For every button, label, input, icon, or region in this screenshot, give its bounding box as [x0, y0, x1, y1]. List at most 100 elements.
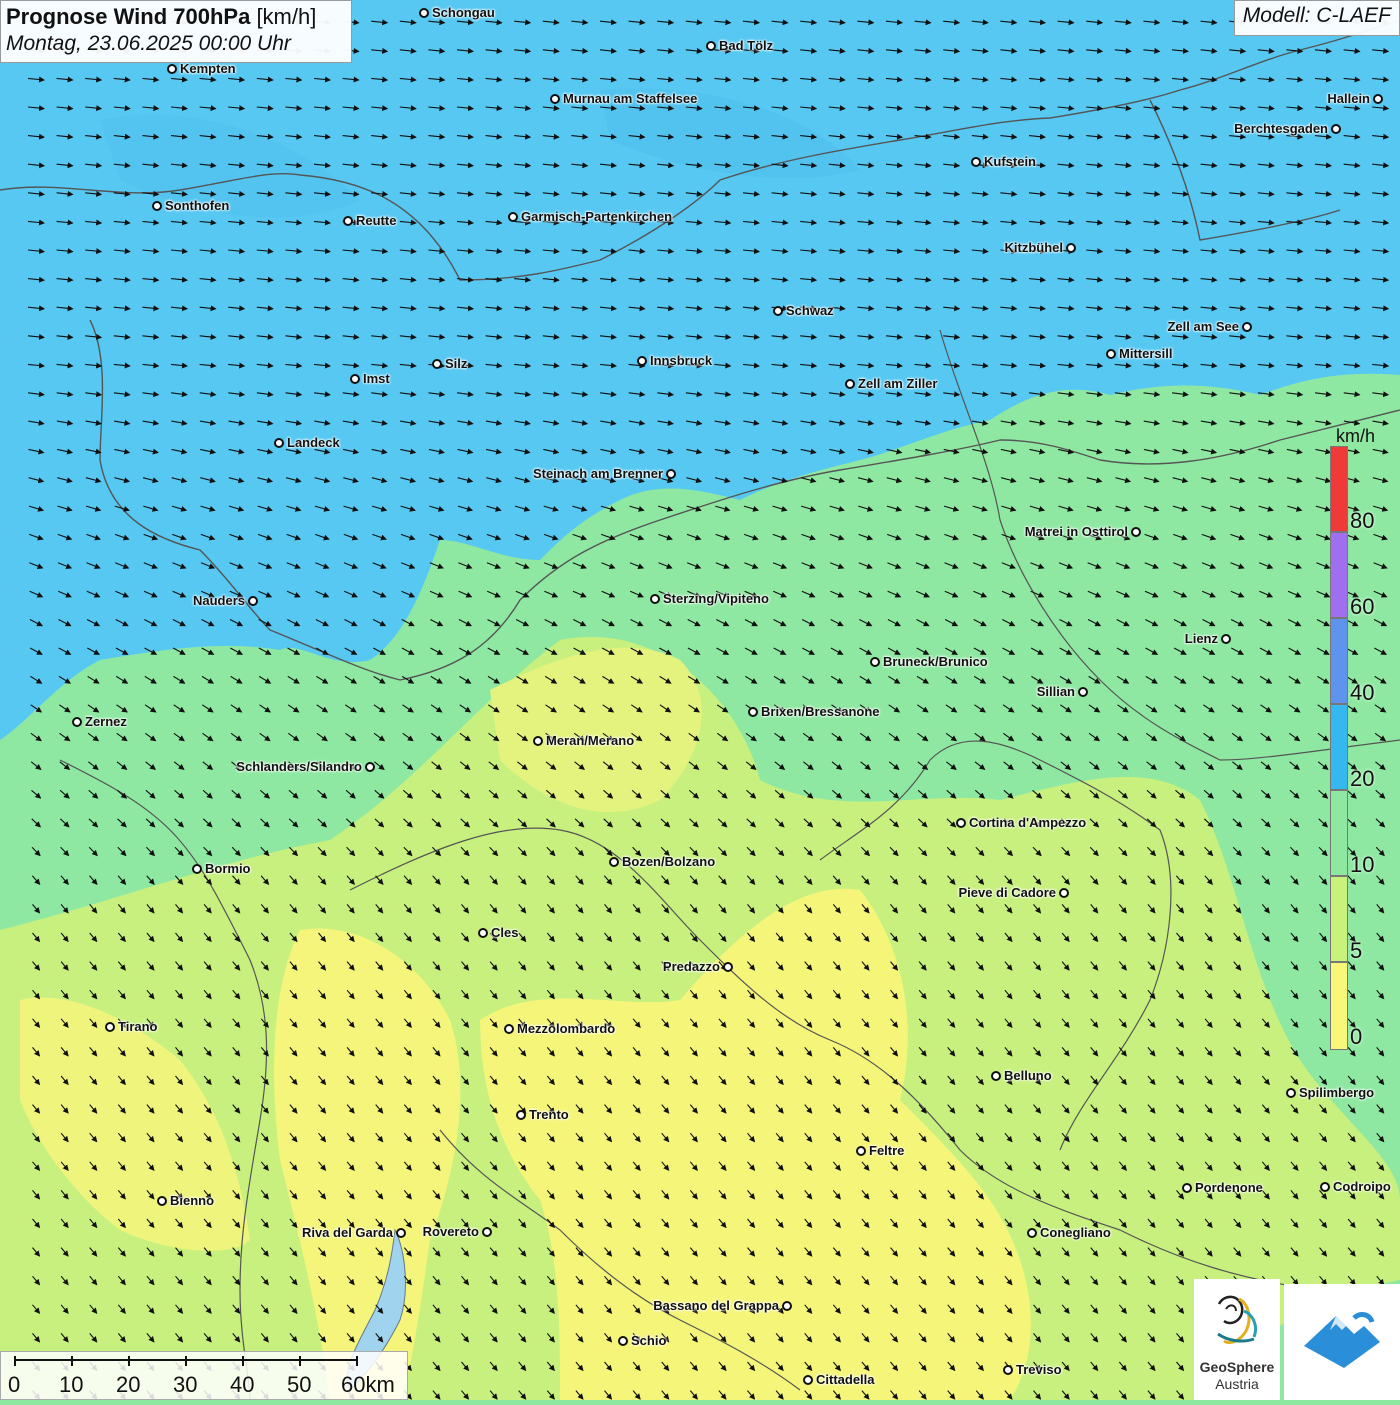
- city-marker: [723, 962, 733, 972]
- city-marker: [482, 1227, 492, 1237]
- city-label: Zell am Ziller: [858, 376, 938, 391]
- scale-bar: 0 10 20 30 40 50 60km: [0, 1351, 408, 1400]
- scale-label-60km: 60km: [341, 1372, 395, 1397]
- city-marker: [706, 41, 716, 51]
- city-label: Sillian: [1036, 684, 1075, 699]
- city-marker: [666, 469, 676, 479]
- title-main: Prognose Wind 700hPa: [6, 4, 251, 29]
- city-marker: [991, 1071, 1001, 1081]
- scale-label-30: 30: [173, 1372, 198, 1397]
- city-label: Pordenone: [1195, 1180, 1263, 1195]
- city-marker: [1003, 1365, 1013, 1375]
- legend-tick-5: 5: [1350, 938, 1363, 963]
- city-marker: [516, 1110, 526, 1120]
- city-label: Codroipo: [1333, 1179, 1391, 1194]
- city-marker: [845, 379, 855, 389]
- city-marker: [1059, 888, 1069, 898]
- city-label: Brixen/Bressanone: [761, 704, 880, 719]
- city-marker: [1182, 1183, 1192, 1193]
- city-label: Nauders: [192, 593, 245, 608]
- city-marker: [618, 1336, 628, 1346]
- city-label: Pieve di Cadore: [958, 885, 1056, 900]
- city-label: Innsbruck: [650, 353, 713, 368]
- logo-sub: Austria: [1215, 1376, 1259, 1392]
- city-label: Landeck: [287, 435, 340, 450]
- city-label: Rovereto: [422, 1224, 479, 1239]
- city-label: Bozen/Bolzano: [622, 854, 716, 869]
- city-label: Steinach am Brenner: [532, 466, 663, 481]
- city-label: Mezzolombardo: [517, 1021, 616, 1036]
- color-legend: km/h 80 60 40 20 10 5 0: [1328, 420, 1386, 1050]
- city-marker: [609, 857, 619, 867]
- city-label: Bruneck/Brunico: [883, 654, 988, 669]
- city-marker: [856, 1146, 866, 1156]
- city-label: Lienz: [1184, 631, 1218, 646]
- legend-band-20-40: [1330, 704, 1348, 790]
- city-marker: [1078, 687, 1088, 697]
- map-title: Prognose Wind 700hPa [km/h]: [6, 4, 346, 30]
- city-label: Schio: [631, 1333, 667, 1348]
- city-marker: [274, 438, 284, 448]
- geosphere-emblem-icon: [1217, 1295, 1258, 1345]
- city-marker: [1066, 243, 1076, 253]
- legend-band-5-10: [1330, 876, 1348, 962]
- city-marker: [350, 374, 360, 384]
- logo-name: GeoSphere: [1199, 1359, 1275, 1375]
- city-label: Predazzo: [662, 959, 720, 974]
- city-marker: [1286, 1088, 1296, 1098]
- legend-band-0-5: [1330, 962, 1348, 1050]
- city-marker: [478, 928, 488, 938]
- city-label: Bad Tölz: [719, 38, 774, 53]
- city-marker: [105, 1022, 115, 1032]
- partner-logo[interactable]: [1284, 1284, 1400, 1400]
- scale-label-10: 10: [59, 1372, 84, 1397]
- city-label: Schongau: [432, 5, 495, 20]
- city-label: Schwaz: [786, 303, 834, 318]
- legend-tick-10: 10: [1350, 852, 1375, 877]
- city-marker: [1027, 1228, 1037, 1238]
- city-label: Mittersill: [1119, 346, 1173, 361]
- city-marker: [803, 1375, 813, 1385]
- title-box: Prognose Wind 700hPa [km/h] Montag, 23.0…: [0, 0, 352, 63]
- city-marker: [533, 736, 543, 746]
- city-marker: [365, 762, 375, 772]
- legend-band-10-20: [1330, 790, 1348, 876]
- city-marker: [550, 94, 560, 104]
- city-label: Reutte: [356, 213, 397, 228]
- city-label: Belluno: [1004, 1068, 1052, 1083]
- city-label: Kitzbühel: [1004, 240, 1064, 255]
- city-label: Zernez: [85, 714, 127, 729]
- city-label: Schlanders/Silandro: [236, 759, 362, 774]
- city-marker: [396, 1228, 406, 1238]
- city-label: Berchtesgaden: [1234, 121, 1328, 136]
- city-marker: [1331, 124, 1341, 134]
- legend-band-60-80: [1330, 532, 1348, 618]
- city-label: Cles: [491, 925, 519, 940]
- city-marker: [192, 864, 202, 874]
- city-label: Murnau am Staffelsee: [563, 91, 698, 106]
- scale-label-40: 40: [230, 1372, 255, 1397]
- city-marker: [748, 707, 758, 717]
- city-label: Cittadella: [816, 1372, 875, 1387]
- city-marker: [1373, 94, 1383, 104]
- city-marker: [1242, 322, 1252, 332]
- city-label: Matrei in Osttirol: [1024, 524, 1128, 539]
- scale-bar-ruler: [14, 1356, 358, 1366]
- city-label: Sterzing/Vipiteno: [663, 591, 769, 606]
- city-marker: [870, 657, 880, 667]
- city-label: Feltre: [869, 1143, 905, 1158]
- city-marker: [773, 306, 783, 316]
- city-marker: [650, 594, 660, 604]
- city-marker: [1221, 634, 1231, 644]
- city-label: Conegliano: [1040, 1225, 1111, 1240]
- city-marker: [1131, 527, 1141, 537]
- geosphere-logo[interactable]: GeoSphere Austria: [1194, 1279, 1280, 1400]
- city-label: Spilimbergo: [1299, 1085, 1375, 1100]
- city-label: Cortina d'Ampezzo: [969, 815, 1087, 830]
- city-label: Tirano: [118, 1019, 158, 1034]
- city-marker: [1106, 349, 1116, 359]
- city-marker: [637, 356, 647, 366]
- city-label: Bienno: [170, 1193, 215, 1208]
- city-marker: [1320, 1182, 1330, 1192]
- scale-label-20: 20: [116, 1372, 141, 1397]
